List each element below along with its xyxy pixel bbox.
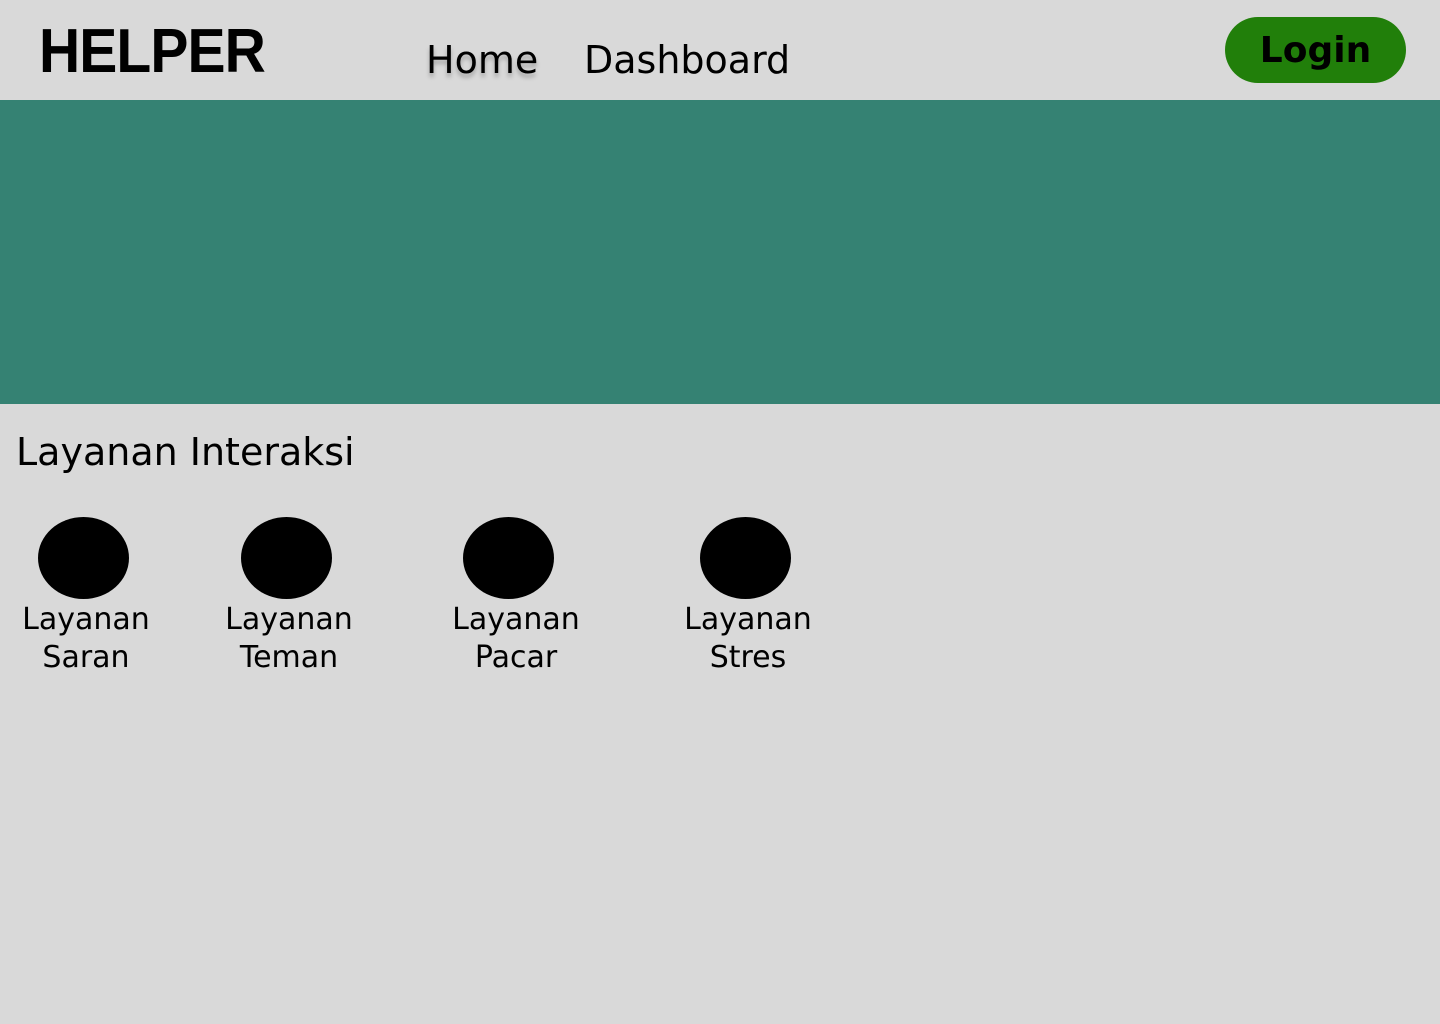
- service-label: Layanan Saran: [22, 602, 150, 675]
- service-circle-icon[interactable]: [463, 517, 554, 599]
- service-label: Layanan Teman: [225, 602, 353, 675]
- service-label: Layanan Pacar: [452, 602, 580, 675]
- service-label: Layanan Stres: [684, 602, 812, 675]
- top-navbar: HELPER Home Dashboard Login: [0, 0, 1440, 100]
- logo[interactable]: HELPER: [39, 16, 266, 88]
- service-circle-icon[interactable]: [241, 517, 332, 599]
- service-circle-icon[interactable]: [38, 517, 129, 599]
- section-title: Layanan Interaksi: [16, 430, 355, 474]
- service-circle-icon[interactable]: [700, 517, 791, 599]
- nav-home-link[interactable]: Home: [426, 36, 538, 84]
- login-button[interactable]: Login: [1225, 17, 1406, 83]
- hero-banner: [0, 100, 1440, 404]
- nav-dashboard-link[interactable]: Dashboard: [584, 36, 790, 84]
